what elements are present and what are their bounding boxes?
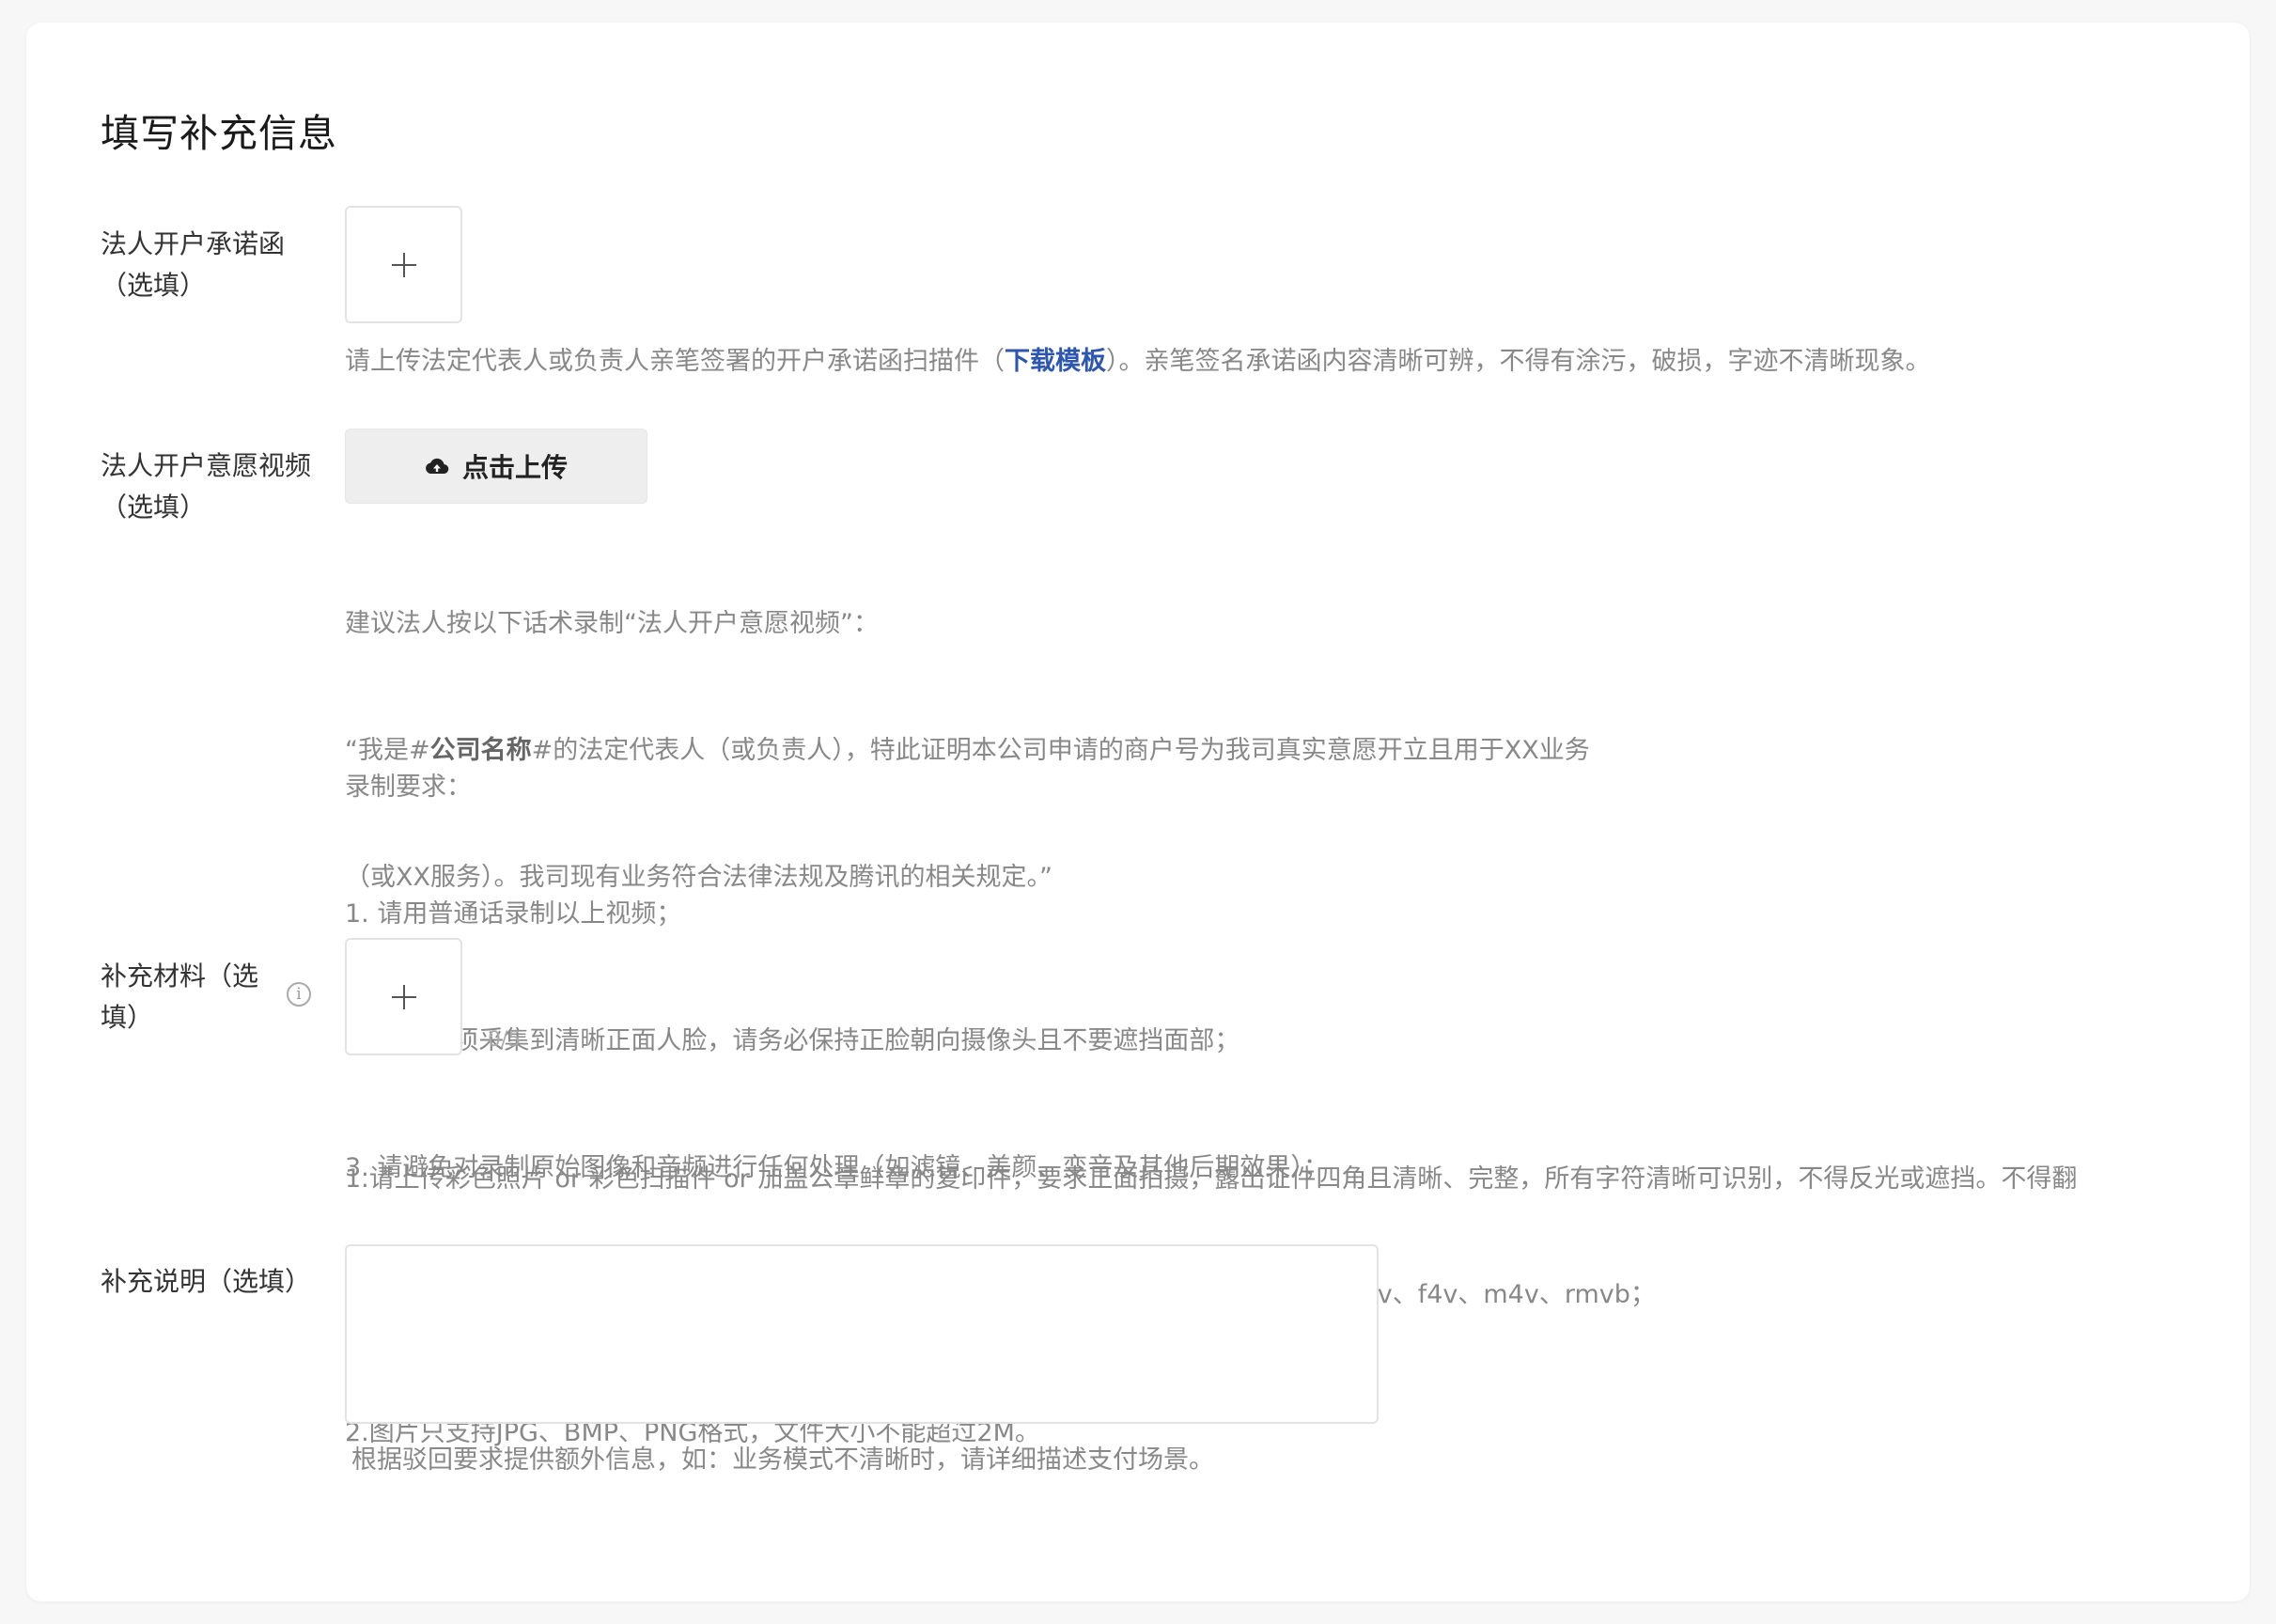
video-upload-button[interactable]: 点击上传 <box>345 429 647 504</box>
requirement-item: 1. 请用普通话录制以上视频； <box>345 899 682 929</box>
commitment-hint: 请上传法定代表人或负责人亲笔签署的开户承诺函扫描件（下载模板）。亲笔签名承诺函内… <box>345 340 1931 383</box>
page-title: 填写补充信息 <box>101 111 337 156</box>
video-label-text: 法人开户意愿视频 <box>101 450 312 481</box>
commitment-hint-text: 请上传法定代表人或负责人亲笔签署的开户承诺函扫描件（ <box>345 347 1005 376</box>
upload-counter: 0/5 <box>488 1028 522 1052</box>
requirements-title: 录制要求： <box>345 773 472 802</box>
download-template-link[interactable]: 下载模板 <box>1005 347 1106 376</box>
plus-icon <box>391 252 416 277</box>
materials-label: 补充材料（选 填） <box>101 956 258 1038</box>
video-label-optional: （选填） <box>101 492 207 523</box>
materials-hint-line: 1.请上传彩色照片 or 彩色扫描件 or 加盖公章鲜章的复印件，要求正面拍摄，… <box>345 1164 2078 1194</box>
materials-label-text: 补充材料（选 <box>101 960 259 992</box>
commitment-label: 法人开户承诺函 （选填） <box>101 224 285 306</box>
cloud-upload-icon <box>426 458 449 475</box>
commitment-hint-text-2: ）。亲笔签名承诺函内容清晰可辨，不得有涂污，破损，字迹不清晰现象。 <box>1106 347 1931 376</box>
plus-icon <box>391 984 416 1009</box>
materials-label-optional: 填） <box>101 1002 154 1033</box>
remarks-textarea[interactable] <box>345 1244 1379 1424</box>
upload-button-label: 点击上传 <box>461 452 568 483</box>
video-label: 法人开户意愿视频 （选填） <box>101 445 311 528</box>
materials-upload-button[interactable] <box>345 938 462 1055</box>
info-icon[interactable]: i <box>287 982 311 1007</box>
requirement-item: 2. 本视频须采集到清晰正面人脸，请务必保持正脸朝向摄像头且不要遮挡面部； <box>345 1026 1240 1055</box>
remarks-label: 补充说明（选填） <box>101 1266 312 1297</box>
video-intro: 建议法人按以下话术录制“法人开户意愿视频”： <box>345 609 879 638</box>
remarks-hint: 根据驳回要求提供额外信息，如：业务模式不清晰时，请详细描述支付场景。 <box>351 1445 1214 1475</box>
commitment-label-optional: （选填） <box>101 270 207 301</box>
commitment-upload-button[interactable] <box>345 206 462 323</box>
commitment-label-text: 法人开户承诺函 <box>101 228 286 259</box>
